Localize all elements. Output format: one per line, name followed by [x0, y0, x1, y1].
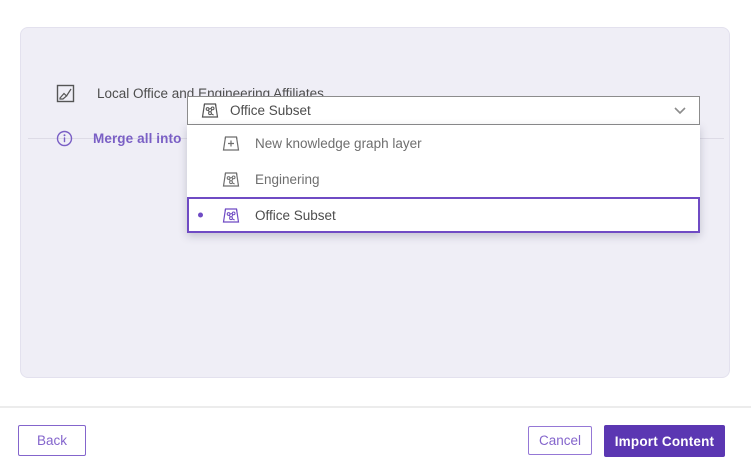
import-dialog: Local Office and Engineering Affiliates … — [0, 0, 751, 470]
sketch-layer-icon — [56, 84, 75, 103]
option-label: Enginering — [255, 172, 320, 187]
import-content-button[interactable]: Import Content — [604, 425, 725, 457]
cancel-button[interactable]: Cancel — [528, 426, 592, 455]
chevron-down-icon — [673, 106, 687, 115]
target-layer-select[interactable]: Office Subset — [187, 96, 700, 125]
merge-row: Merge all into — [56, 124, 181, 153]
knowledge-graph-icon — [221, 171, 241, 188]
knowledge-graph-icon — [221, 207, 241, 224]
option-office-subset[interactable]: Office Subset — [187, 197, 700, 233]
info-icon — [56, 130, 73, 147]
option-enginering[interactable]: Enginering — [187, 161, 700, 197]
new-layer-icon — [221, 135, 241, 152]
merge-all-into-label: Merge all into — [93, 131, 181, 146]
knowledge-graph-icon — [200, 102, 220, 119]
target-layer-dropdown-list: New knowledge graph layer Enginering — [187, 125, 700, 233]
footer-divider — [0, 406, 751, 408]
option-label: Office Subset — [255, 208, 336, 223]
selected-bullet — [198, 213, 203, 218]
option-new-knowledge-graph-layer[interactable]: New knowledge graph layer — [187, 125, 700, 161]
selected-value: Office Subset — [230, 103, 663, 118]
option-label: New knowledge graph layer — [255, 136, 422, 151]
back-button[interactable]: Back — [18, 425, 86, 456]
